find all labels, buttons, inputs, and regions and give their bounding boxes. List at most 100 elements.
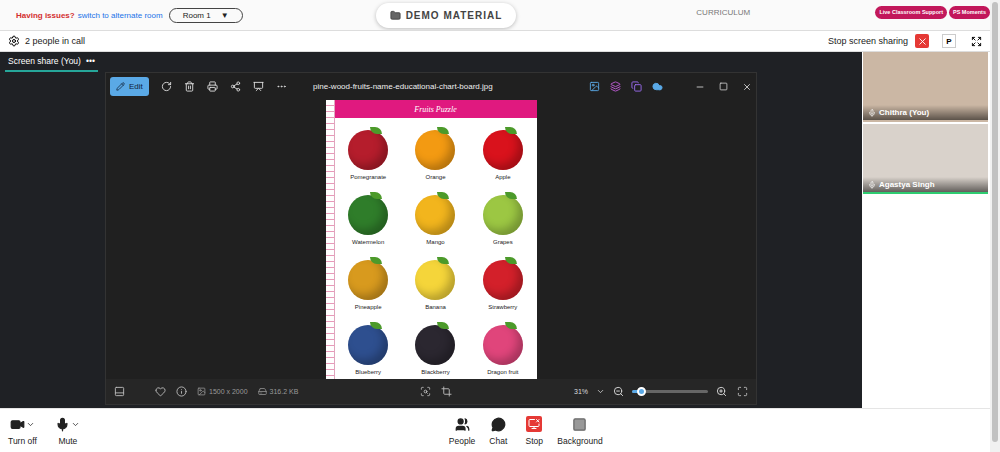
- participant-tiles: Chithra (You) Agastya Singh: [862, 52, 990, 408]
- gear-icon[interactable]: [8, 35, 20, 47]
- info-icon[interactable]: [176, 386, 187, 397]
- zoom-control[interactable]: 31%: [574, 386, 727, 397]
- participant-name: Chithra (You): [863, 105, 988, 120]
- zoom-out-icon[interactable]: [613, 386, 624, 397]
- designer-icon[interactable]: [610, 81, 621, 92]
- ruler: [326, 100, 335, 379]
- control-button[interactable]: Background: [557, 416, 602, 446]
- control-button[interactable]: Stop: [521, 416, 547, 446]
- clipchamp-icon[interactable]: [631, 81, 642, 92]
- fruit-icon: [348, 195, 388, 235]
- fruit-card: Orange: [402, 118, 469, 183]
- fruit-icon: [415, 260, 455, 300]
- zoom-slider[interactable]: [632, 390, 708, 393]
- stop-sharing-label: Stop screen sharing: [828, 36, 908, 46]
- fruit-name: Grapes: [493, 239, 513, 245]
- crop-icon[interactable]: [441, 386, 452, 397]
- fruit-card: Blackberry: [402, 313, 469, 378]
- camera-icon: [10, 417, 25, 432]
- pencil-icon: [116, 82, 125, 91]
- image-area: Fruits Puzzle Pomegranate Orange Apple Water…: [106, 100, 756, 379]
- folder-icon: [390, 10, 401, 21]
- fruit-name: Strawberry: [488, 304, 517, 310]
- photos-icon[interactable]: [589, 81, 600, 92]
- menu-icon[interactable]: •••: [86, 56, 95, 66]
- fruit-icon: [415, 130, 455, 170]
- fruit-icon: [483, 130, 523, 170]
- mic-icon: [55, 417, 70, 432]
- switch-room-link[interactable]: switch to alternate room: [78, 11, 163, 20]
- rotate-icon[interactable]: [161, 81, 172, 92]
- trash-icon[interactable]: [184, 81, 195, 92]
- control-button[interactable]: People: [449, 416, 475, 446]
- heart-icon[interactable]: [155, 386, 166, 397]
- people-count: 2 people in call: [25, 36, 85, 46]
- fruit-card: Dragon fruit: [469, 313, 536, 378]
- caret-icon: ▼: [221, 11, 229, 20]
- fruit-name: Orange: [425, 174, 445, 180]
- more-icon[interactable]: [276, 81, 287, 92]
- avatar-button[interactable]: P: [942, 34, 956, 48]
- action-button[interactable]: PS Moments: [949, 6, 990, 19]
- viewer-title: pine-wood-fruits-name-educational-chart-…: [299, 82, 577, 91]
- fruit-name: Pomegranate: [350, 174, 386, 180]
- fruit-icon: [348, 130, 388, 170]
- action-button[interactable]: Live Classroom Support: [875, 6, 947, 19]
- fruit-card: Pomegranate: [335, 118, 402, 183]
- control-button[interactable]: Mute: [55, 416, 81, 446]
- printer-icon[interactable]: [207, 81, 218, 92]
- control-button[interactable]: Chat: [485, 416, 511, 446]
- chevron-icon: [596, 387, 605, 396]
- room-select[interactable]: Room 1▼: [169, 8, 243, 23]
- scrollbar[interactable]: [990, 0, 1000, 452]
- fruit-card: Apple: [469, 118, 536, 183]
- chart-title: Fruits Puzzle: [335, 100, 537, 118]
- edit-button[interactable]: Edit: [110, 77, 149, 96]
- fruit-name: Dragon fruit: [487, 369, 518, 375]
- participant-name: Agastya Singh: [863, 177, 988, 192]
- stop-sharing-button[interactable]: [915, 34, 929, 48]
- slideshow-icon[interactable]: [253, 81, 264, 92]
- fruit-name: Blackberry: [421, 369, 449, 375]
- close-icon[interactable]: [742, 82, 752, 92]
- fruit-name: Pineapple: [355, 304, 382, 310]
- image-viewer: Edit pine-wood-fruits-name-educational-ch…: [105, 72, 757, 405]
- people-icon: [455, 417, 470, 432]
- chevron-icon[interactable]: [26, 420, 35, 429]
- slider-knob[interactable]: [637, 387, 646, 396]
- main: Having issues?switch to alternate room Ro…: [0, 0, 990, 452]
- top-bar: Having issues?switch to alternate room Ro…: [0, 0, 990, 30]
- fullscreen-icon[interactable]: [737, 386, 748, 397]
- fruit-card: Blueberry: [335, 313, 402, 378]
- fruit-name: Watermelon: [352, 239, 384, 245]
- viewer-toolbar: Edit pine-wood-fruits-name-educational-ch…: [106, 73, 756, 100]
- app: Having issues?switch to alternate room Ro…: [0, 0, 1000, 452]
- scan-icon[interactable]: [420, 386, 431, 397]
- expand-icon[interactable]: [971, 36, 982, 47]
- minimize-icon[interactable]: [695, 82, 705, 92]
- fruit-card: Mango: [402, 183, 469, 248]
- image-icon: [197, 387, 206, 396]
- chevron-icon[interactable]: [71, 420, 80, 429]
- material-tab[interactable]: DEMO MATERIAL: [376, 3, 517, 28]
- fruit-icon: [483, 195, 523, 235]
- share-icon[interactable]: [230, 81, 241, 92]
- share-area: Screen share (You)••• Edit pine-wood-fruit…: [0, 52, 862, 408]
- curriculum-tab[interactable]: CURRICULUM: [696, 8, 750, 17]
- issue-text: Having issues?: [16, 11, 75, 20]
- fruit-card: Strawberry: [469, 248, 536, 313]
- mic-icon: [868, 181, 876, 189]
- onedrive-icon[interactable]: [652, 81, 663, 92]
- image-size: 1500 x 2000: [197, 387, 248, 396]
- zoom-in-icon[interactable]: [716, 386, 727, 397]
- control-button[interactable]: Turn off: [8, 416, 37, 446]
- fruit-icon: [348, 260, 388, 300]
- filmstrip-icon[interactable]: [114, 386, 125, 397]
- fruit-icon: [348, 325, 388, 365]
- fruit-icon: [483, 325, 523, 365]
- maximize-icon[interactable]: [719, 82, 728, 91]
- fruit-card: Banana: [402, 248, 469, 313]
- fruit-name: Blueberry: [355, 369, 381, 375]
- share-tab[interactable]: Screen share (You)•••: [5, 52, 98, 72]
- stop-share-icon: [526, 416, 542, 432]
